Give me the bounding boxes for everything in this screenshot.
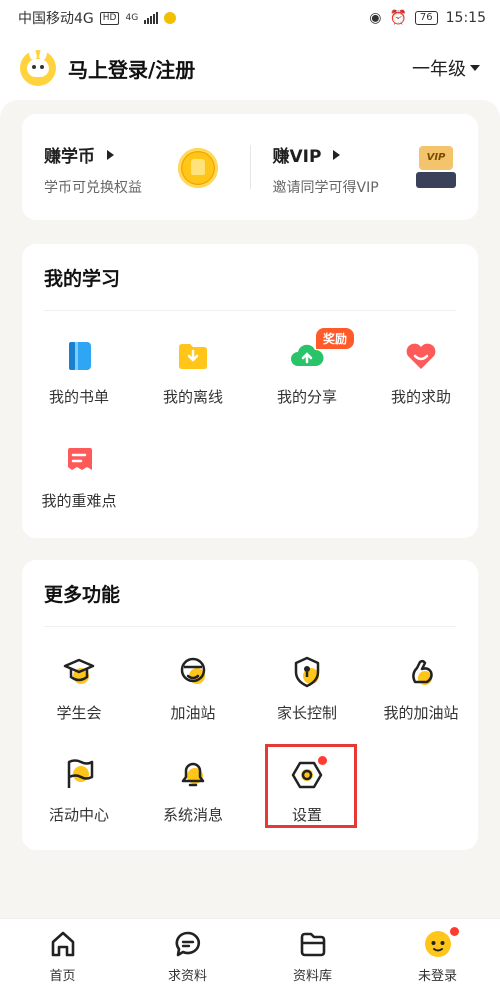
- graduation-cap-icon: [61, 654, 97, 690]
- more-item-my-cheer-station[interactable]: 我的加油站: [364, 654, 478, 723]
- section-title: 我的学习: [44, 268, 121, 290]
- item-label: 我的重难点: [41, 492, 117, 510]
- rabbit-avatar-icon: [27, 59, 49, 77]
- study-item-help[interactable]: 我的求助: [364, 338, 478, 407]
- item-label: 学生会: [56, 704, 102, 722]
- earn-coin-subtitle: 学币可兑换权益: [44, 180, 142, 196]
- status-bar: 中国移动4G HD 4G ◉ ⏰ 76 15:15: [0, 0, 500, 36]
- item-label: 加油站: [170, 704, 216, 722]
- earn-vip-entry[interactable]: 赚VIP 邀请同学可得VIP VIP: [251, 114, 479, 220]
- earn-vip-title: 赚VIP: [272, 147, 322, 167]
- section-title: 更多功能: [44, 584, 121, 606]
- alarm-icon: ⏰: [389, 10, 407, 26]
- my-study-card: 我的学习 我的书单 我的离线 我的分享 我的求助 我的重难点: [22, 244, 478, 538]
- bottom-navigation: 首页 求资料 资料库 未登录: [0, 918, 500, 1000]
- flag-icon: [61, 756, 97, 792]
- book-icon: [61, 338, 97, 374]
- earn-coin-entry[interactable]: 赚学币 学币可兑换权益: [22, 114, 250, 220]
- earn-coin-title: 赚学币: [44, 147, 95, 167]
- more-item-system-messages[interactable]: 系统消息: [136, 756, 250, 825]
- study-item-booklist[interactable]: 我的书单: [22, 338, 136, 407]
- more-item-cheer-station[interactable]: 加油站: [136, 654, 250, 723]
- content-area: 赚学币 学币可兑换权益 赚VIP 邀请同学可得VIP VIP 我的学习 我的书单…: [0, 100, 500, 918]
- login-register-link[interactable]: 马上登录/注册: [68, 54, 195, 83]
- item-label: 系统消息: [162, 806, 223, 824]
- play-arrow-icon: [333, 149, 341, 160]
- divider: [44, 626, 456, 627]
- vip-chest-icon: VIP: [416, 146, 456, 192]
- nav-label: 求资料: [167, 969, 207, 984]
- item-label: 家长控制: [276, 704, 337, 722]
- hd-badge: HD: [99, 11, 120, 25]
- battery-indicator: 76: [414, 11, 438, 25]
- offline-folder-icon: [175, 338, 211, 374]
- play-arrow-icon: [107, 149, 114, 160]
- divider: [44, 310, 456, 311]
- nav-profile[interactable]: 未登录: [375, 927, 500, 984]
- more-item-student-union[interactable]: 学生会: [22, 654, 136, 723]
- grade-selector[interactable]: 一年级: [412, 55, 480, 81]
- nav-label: 首页: [49, 969, 76, 984]
- reward-badge: 奖励: [316, 328, 355, 349]
- clock-text: 15:15: [445, 10, 486, 26]
- earn-card: 赚学币 学币可兑换权益 赚VIP 邀请同学可得VIP VIP: [22, 114, 478, 220]
- avatar-face-icon: [423, 927, 459, 959]
- muscle-arm-icon: [403, 654, 439, 690]
- highlight-annotation: [265, 744, 357, 828]
- more-item-parental-control[interactable]: 家长控制: [250, 654, 364, 723]
- grade-label: 一年级: [412, 59, 466, 80]
- item-label: 我的离线: [162, 388, 223, 406]
- bell-icon: [175, 756, 211, 792]
- caret-down-icon: [470, 65, 480, 71]
- eye-icon: ◉: [369, 10, 382, 26]
- profile-header: 马上登录/注册 一年级: [0, 36, 500, 100]
- bookmark-note-icon: [61, 442, 97, 478]
- more-item-activity-center[interactable]: 活动中心: [22, 756, 136, 825]
- folder-icon: [298, 929, 328, 959]
- more-functions-card: 更多功能 学生会 加油站 家长控制 我的加油站 活动中心 系统消息 设置: [22, 560, 478, 850]
- cheer-face-icon: [175, 654, 211, 690]
- nav-label: 资料库: [292, 969, 332, 984]
- study-item-keypoints[interactable]: 我的重难点: [22, 442, 136, 511]
- notification-dot: [449, 927, 459, 936]
- nav-request-materials[interactable]: 求资料: [125, 929, 250, 984]
- nav-library[interactable]: 资料库: [250, 929, 375, 984]
- study-item-offline[interactable]: 我的离线: [136, 338, 250, 407]
- carrier-text: 中国移动4G: [18, 11, 94, 27]
- signal-icon: [144, 12, 159, 24]
- help-heart-icon: [403, 338, 439, 374]
- gold-coin-icon: [177, 148, 218, 188]
- parent-lock-icon: [289, 654, 325, 690]
- nav-label: 未登录: [417, 969, 457, 984]
- item-label: 我的加油站: [383, 704, 459, 722]
- avatar[interactable]: [20, 45, 56, 86]
- nav-home[interactable]: 首页: [0, 929, 125, 984]
- app-notify-icon: [164, 12, 177, 24]
- item-label: 我的书单: [48, 388, 109, 406]
- item-label: 我的求助: [390, 388, 451, 406]
- chat-bubble-icon: [173, 929, 203, 959]
- item-label: 我的分享: [276, 388, 337, 406]
- item-label: 活动中心: [48, 806, 109, 824]
- home-icon: [48, 929, 78, 959]
- network-text: 4G: [125, 13, 139, 23]
